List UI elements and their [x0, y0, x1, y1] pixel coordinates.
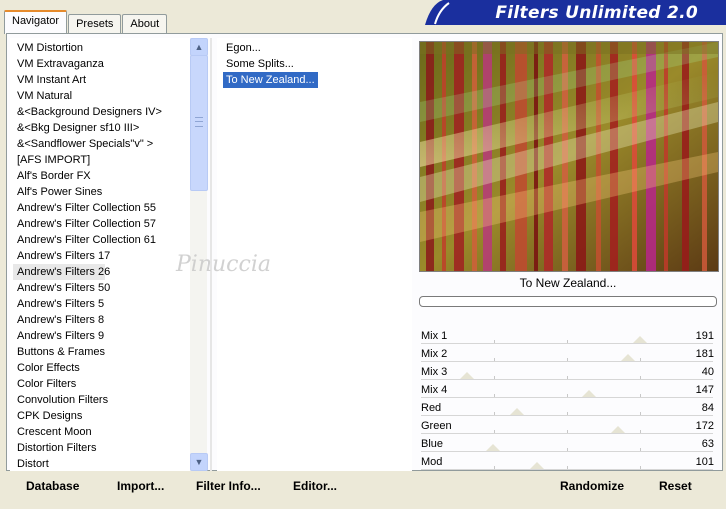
category-item[interactable]: CPK Designs — [10, 408, 207, 424]
param-label: Blue — [421, 438, 444, 450]
param-slider-thumb[interactable] — [486, 444, 500, 451]
category-item[interactable]: &<Sandflower Specials"v" > — [10, 136, 207, 152]
param-label: Red — [421, 402, 442, 414]
category-item[interactable]: VM Instant Art — [10, 72, 207, 88]
progress-bar — [419, 296, 717, 307]
category-item[interactable]: Crescent Moon — [10, 424, 207, 440]
category-item[interactable]: Buttons & Frames — [10, 344, 207, 360]
param-slider-track[interactable] — [421, 408, 713, 416]
param-row[interactable]: Green 172 — [419, 418, 717, 436]
category-item[interactable]: Color Effects — [10, 360, 207, 376]
category-item[interactable]: Andrew's Filters 8 — [10, 312, 207, 328]
category-item[interactable]: Andrew's Filter Collection 55 — [10, 200, 207, 216]
param-value: 172 — [695, 420, 714, 432]
category-item[interactable]: VM Extravaganza — [10, 56, 207, 72]
category-item[interactable]: Color Filters — [10, 376, 207, 392]
category-item[interactable]: Alf's Power Sines — [10, 184, 207, 200]
editor-button[interactable]: Editor... — [289, 477, 341, 495]
param-label: Mix 4 — [421, 384, 448, 396]
param-row[interactable]: Red 84 — [419, 400, 717, 418]
category-item[interactable]: Andrew's Filters 50 — [10, 280, 207, 296]
category-item[interactable]: Andrew's Filters 5 — [10, 296, 207, 312]
param-label: Mix 2 — [421, 348, 448, 360]
param-slider-thumb[interactable] — [530, 462, 544, 469]
param-slider-thumb[interactable] — [633, 336, 647, 343]
param-label: Mix 3 — [421, 366, 448, 378]
category-item[interactable]: Andrew's Filters 26 — [13, 264, 110, 280]
param-row[interactable]: Mix 4 147 — [419, 382, 717, 400]
param-slider-thumb[interactable] — [582, 390, 596, 397]
product-banner: Filters Unlimited 2.0 — [425, 0, 726, 26]
param-slider-thumb[interactable] — [510, 408, 524, 415]
param-slider-thumb[interactable] — [611, 426, 625, 433]
preview-graphic — [420, 42, 718, 271]
param-slider-track[interactable] — [421, 354, 713, 362]
filter-item[interactable]: Some Splits... — [223, 56, 297, 72]
param-slider-track[interactable] — [421, 462, 713, 470]
param-value: 84 — [701, 402, 714, 414]
reset-button[interactable]: Reset — [655, 477, 696, 495]
param-label: Mod — [421, 456, 443, 468]
param-slider-thumb[interactable] — [460, 372, 474, 379]
scroll-up-button[interactable]: ▲ — [190, 38, 208, 56]
param-value: 63 — [701, 438, 714, 450]
scroll-thumb[interactable] — [190, 55, 208, 191]
param-row[interactable]: Mix 1 191 — [419, 328, 717, 346]
tab-about[interactable]: About — [122, 14, 168, 34]
category-item[interactable]: VM Natural — [10, 88, 207, 104]
category-item[interactable]: Andrew's Filter Collection 57 — [10, 216, 207, 232]
param-slider-track[interactable] — [421, 426, 713, 434]
category-item[interactable]: [AFS IMPORT] — [10, 152, 207, 168]
param-row[interactable]: Mix 2 181 — [419, 346, 717, 364]
selected-filter-name: To New Zealand... — [519, 276, 617, 290]
category-item[interactable]: Alf's Border FX — [10, 168, 207, 184]
param-value: 101 — [695, 456, 714, 468]
banner-title: Filters Unlimited 2.0 — [495, 3, 698, 23]
tab-navigator[interactable]: Navigator — [4, 10, 68, 34]
filter-item[interactable]: To New Zealand... — [223, 72, 318, 88]
param-value: 191 — [695, 330, 714, 342]
filter-info-button[interactable]: Filter Info... — [192, 477, 265, 495]
param-row[interactable]: Mix 3 40 — [419, 364, 717, 382]
category-item[interactable]: Convolution Filters — [10, 392, 207, 408]
tab-bar: Navigator Presets About — [4, 10, 168, 34]
param-slider-thumb[interactable] — [621, 354, 635, 361]
scroll-down-button[interactable]: ▼ — [190, 453, 208, 471]
param-slider-track[interactable] — [421, 390, 713, 398]
category-item[interactable]: &<Background Designers IV> — [10, 104, 207, 120]
param-row[interactable]: Mod 101 — [419, 454, 717, 472]
filter-preview-image — [419, 41, 719, 272]
param-slider-track[interactable] — [421, 336, 713, 344]
randomize-button[interactable]: Randomize — [556, 477, 628, 495]
filter-item[interactable]: Egon... — [223, 40, 264, 56]
param-row[interactable]: Blue 63 — [419, 436, 717, 454]
category-item[interactable]: &<Bkg Designer sf10 III> — [10, 120, 207, 136]
category-item[interactable]: VM Distortion — [10, 40, 207, 56]
database-button[interactable]: Database — [22, 477, 83, 495]
param-label: Mix 1 — [421, 330, 448, 342]
param-value: 181 — [695, 348, 714, 360]
param-label: Green — [421, 420, 452, 432]
param-slider-track[interactable] — [421, 372, 713, 380]
param-slider-track[interactable] — [421, 444, 713, 452]
category-item[interactable]: Andrew's Filter Collection 61 — [10, 232, 207, 248]
category-item[interactable]: Andrew's Filters 9 — [10, 328, 207, 344]
tab-presets[interactable]: Presets — [68, 14, 122, 34]
param-value: 40 — [701, 366, 714, 378]
import-button[interactable]: Import... — [113, 477, 168, 495]
category-item[interactable]: Distort — [10, 456, 207, 472]
watermark-signature: Pinuccia — [176, 252, 271, 277]
category-item[interactable]: Distortion Filters — [10, 440, 207, 456]
param-value: 147 — [695, 384, 714, 396]
